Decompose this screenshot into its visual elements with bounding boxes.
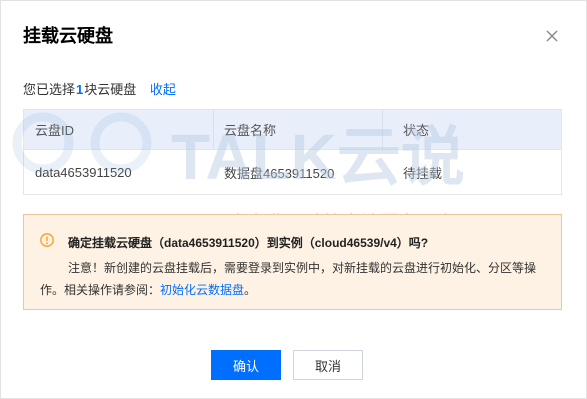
- selected-disk-table: 云盘ID 云盘名称 状态 data4653911520 数据盘465391152…: [23, 109, 562, 195]
- cell-status: 待挂载: [403, 166, 443, 181]
- init-data-disk-link[interactable]: 初始化云数据盘: [160, 283, 244, 297]
- warning-text-end: 。: [244, 283, 257, 297]
- collapse-link[interactable]: 收起: [150, 82, 176, 97]
- column-divider: [213, 110, 214, 149]
- cell-disk-id: data4653911520: [35, 165, 132, 180]
- selection-count: 1: [76, 82, 84, 97]
- column-header-disk-name: 云盘名称: [224, 123, 277, 138]
- warning-body: 注意！新创建的云盘挂载后，需要登录到实例中，对新挂载的云盘进行初始化、分区等操作…: [40, 257, 550, 301]
- selection-summary: 您已选择1块云硬盘 收起: [23, 79, 176, 98]
- selection-suffix: 块云硬盘: [84, 82, 137, 97]
- warning-box: 确定挂载云硬盘（data4653911520）到实例（cloud46539/v4…: [23, 214, 562, 310]
- column-header-status: 状态: [403, 123, 430, 138]
- column-divider: [382, 110, 383, 149]
- warning-circle-icon: [40, 233, 54, 247]
- close-icon[interactable]: [543, 27, 561, 45]
- warning-title: 确定挂载云硬盘（data4653911520）到实例（cloud46539/v4…: [68, 236, 429, 250]
- warning-text: 注意！新创建的云盘挂载后，需要登录到实例中，对新挂载的云盘进行初始化、分区等操作…: [40, 261, 537, 297]
- mount-disk-dialog: 挂载云硬盘 您已选择1块云硬盘 收起 云盘ID 云盘名称 状态 data4653…: [0, 0, 587, 399]
- column-header-disk-id: 云盘ID: [35, 123, 75, 138]
- cell-disk-name: 数据盘4653911520: [224, 166, 335, 181]
- cancel-button[interactable]: 取消: [293, 350, 363, 380]
- dialog-title: 挂载云硬盘: [23, 26, 113, 46]
- confirm-button[interactable]: 确认: [211, 350, 281, 380]
- selection-prefix: 您已选择: [23, 82, 76, 97]
- table-header: 云盘ID 云盘名称 状态: [24, 110, 561, 150]
- table-row: data4653911520 数据盘4653911520 待挂载: [24, 150, 561, 195]
